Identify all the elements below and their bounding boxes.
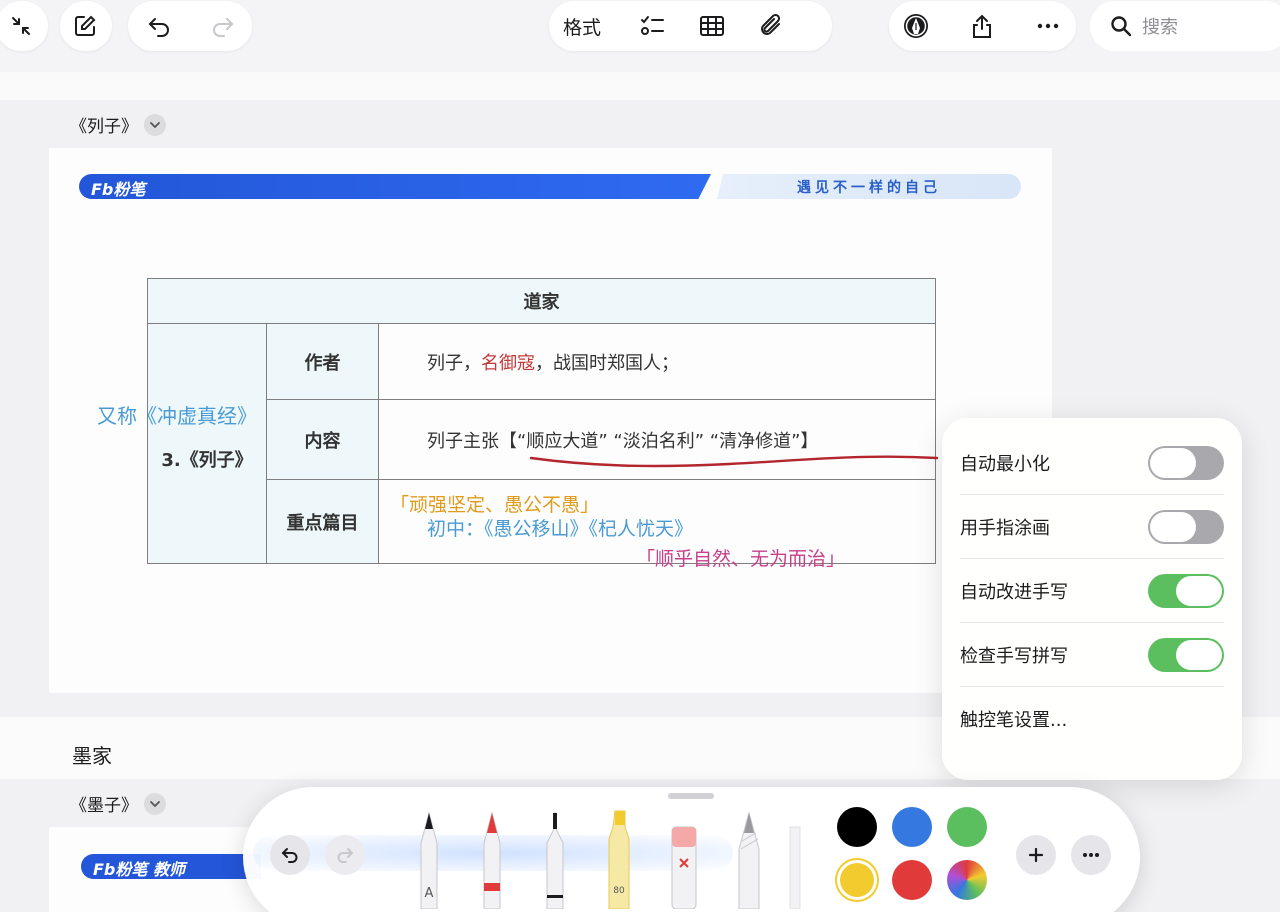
format-button[interactable]: 格式 [549,13,615,40]
author-value: 列子，名御寇，战国时郑国人； [378,323,936,400]
auto-refine-toggle[interactable] [1148,573,1224,608]
row-label-author: 作者 [266,323,379,400]
color-picker-multicolor[interactable] [947,860,987,900]
table-icon [700,16,725,36]
setting-auto-minimize: 自动最小化 [960,431,1224,495]
handwritten-alias: 又称《冲虚真经》 [97,404,257,428]
pen-markup-icon [904,14,928,38]
table-header: 道家 [147,278,936,324]
table-button[interactable] [687,1,737,51]
setting-check-handwriting-spelling: 检查手写拼写 [960,623,1224,687]
doc-banner: Fb粉笔 [79,174,711,199]
share-icon [973,14,991,38]
color-swatch-green[interactable] [947,807,987,847]
highlighter-tool[interactable]: 80 [603,809,635,909]
plus-icon [1028,847,1044,863]
setting-auto-refine-handwriting: 自动改进手写 [960,559,1224,623]
undo-icon [281,848,298,863]
handwritten-stories: 初中：《愚公移山》《杞人忧天》 [427,518,694,540]
fenbi-logo: Fb粉笔 教师 [81,854,261,879]
row-label-content: 内容 [266,399,379,480]
add-tool-button[interactable] [1016,835,1056,875]
fineliner-tool[interactable] [539,809,571,909]
section-title-liezi[interactable]: 《列子》 [70,112,166,137]
section-title-text: 《列子》 [70,117,138,137]
right-toolbar-group [889,1,1076,51]
handwritten-quote-2: 「顺乎自然、无为而治」 [636,548,846,570]
palette-undo-button[interactable] [270,835,310,875]
section-heading-mojia: 墨家 [72,744,112,768]
banner-slogan: 遇见不一样的自己 [717,174,1021,199]
top-toolbar: 格式 搜索 [0,0,1280,72]
color-swatch-yellow-selected[interactable] [840,863,874,897]
search-icon [1111,16,1132,37]
color-swatch-red[interactable] [892,860,932,900]
ellipsis-icon [1037,23,1059,29]
markup-button[interactable] [891,1,941,51]
chevron-down-icon[interactable] [144,113,166,136]
setting-label: 用手指涂画 [960,517,1050,539]
checklist-icon [641,16,665,35]
spellcheck-toggle[interactable] [1148,637,1224,672]
ellipsis-icon [1083,853,1099,857]
redo-icon [213,18,234,37]
left-label-cell: 3.《列子》 [147,323,267,564]
toolbar-divider-strip [0,72,1280,100]
collapse-arrows-icon [0,1,46,51]
svg-text:A: A [425,886,434,901]
pencil-settings-link[interactable]: 触控笔设置... [960,687,1224,751]
palette-redo-button[interactable] [325,835,365,875]
setting-draw-with-finger: 用手指涂画 [960,495,1224,559]
auto-minimize-toggle[interactable] [1148,445,1224,480]
redo-icon [337,848,354,863]
setting-label: 自动最小化 [960,453,1050,475]
undo-icon [148,18,169,37]
compose-icon [60,1,110,51]
share-button[interactable] [957,1,1007,51]
checklist-button[interactable] [627,1,677,51]
pen-tool[interactable] [476,809,508,909]
setting-label: 检查手写拼写 [960,645,1068,667]
color-swatch-blue[interactable] [892,807,932,847]
pencil-tool[interactable] [733,809,765,909]
eraser-tool[interactable] [668,809,700,909]
handwritten-quote-1: 「顽强坚定、愚公不愚」 [390,494,600,516]
pencil-settings-label: 触控笔设置... [960,710,1068,731]
drawing-tool-palette: A 80 [243,787,1140,912]
setting-label: 自动改进手写 [960,581,1068,603]
attachment-button[interactable] [747,1,797,51]
ruler-tool[interactable] [788,809,804,909]
search-field[interactable]: 搜索 [1090,1,1280,51]
palette-more-button[interactable] [1071,835,1111,875]
search-placeholder: 搜索 [1142,17,1178,38]
section-title-text: 《墨子》 [70,796,138,816]
redo-button[interactable] [198,1,248,51]
row-label-key-chapters: 重点篇目 [266,479,379,564]
red-underline-stroke [529,455,939,468]
chevron-down-icon[interactable] [144,792,166,815]
section-title-mozi[interactable]: 《墨子》 [70,791,166,816]
fenbi-logo: Fb粉笔 [91,180,146,199]
format-toolbar-group: 格式 [549,1,832,51]
undo-button[interactable] [134,1,184,51]
monoline-pen-tool[interactable]: A [413,809,445,909]
compose-button[interactable] [60,1,112,51]
left-label: 3.《列子》 [161,449,253,471]
highlighter-opacity: 80 [613,886,625,896]
paperclip-icon [761,13,781,35]
palette-grabber[interactable] [668,793,714,799]
undo-redo-group [128,1,252,51]
draw-with-finger-toggle[interactable] [1148,509,1224,544]
minimize-button[interactable] [0,1,48,51]
more-button[interactable] [1023,1,1073,51]
pencil-settings-popover: 自动最小化 用手指涂画 自动改进手写 检查手写拼写 触控笔设置... [942,418,1242,780]
color-swatch-black[interactable] [837,807,877,847]
